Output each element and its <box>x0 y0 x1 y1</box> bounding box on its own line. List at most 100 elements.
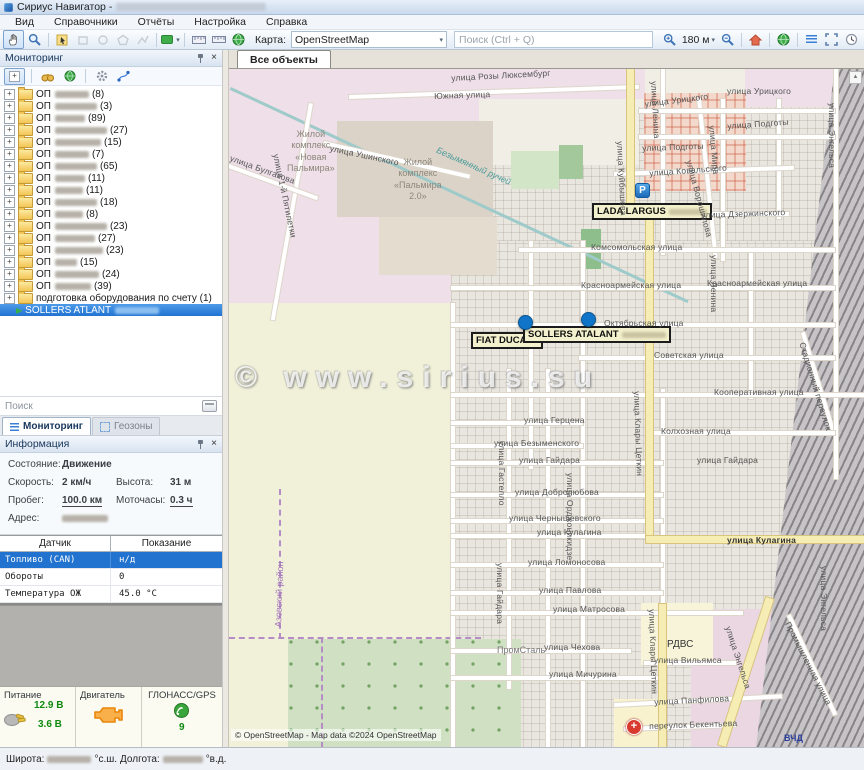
pan-tool-button[interactable] <box>3 30 24 49</box>
fit-frame-button[interactable] <box>822 31 841 48</box>
tree-selected-vehicle[interactable]: ▶ SOLLERS ATLANT <box>0 304 222 316</box>
expand-icon[interactable]: + <box>4 173 15 184</box>
tree-group-row[interactable]: + ОП (11) <box>0 184 222 196</box>
expand-icon[interactable]: + <box>4 161 15 172</box>
gps-gauge: ГЛОНАСС/GPS 9 <box>142 687 222 747</box>
tab-all-objects[interactable]: Все объекты <box>237 50 331 68</box>
pin-icon[interactable] <box>197 440 204 449</box>
select-tool-button[interactable] <box>53 31 72 48</box>
zoom-out-button[interactable] <box>718 31 737 48</box>
history-button[interactable] <box>842 31 861 48</box>
close-icon[interactable]: × <box>211 53 217 63</box>
map-marker[interactable]: + <box>626 719 642 735</box>
layers-button[interactable]: ▾ <box>161 31 180 48</box>
vehicle-map-label[interactable]: LADA LARGUS <box>592 203 712 220</box>
tree-group-row[interactable]: + ОП (15) <box>0 256 222 268</box>
expand-icon[interactable]: + <box>4 89 15 100</box>
expand-icon[interactable]: + <box>4 245 15 256</box>
expand-all-button[interactable]: + <box>4 68 25 85</box>
tree-group-row[interactable]: + ОП (11) <box>0 172 222 184</box>
globe-button[interactable] <box>229 31 248 48</box>
measure-button[interactable] <box>189 31 208 48</box>
expand-icon[interactable]: + <box>4 113 15 124</box>
chevron-down-icon: ▾ <box>440 36 444 44</box>
pin-icon[interactable] <box>197 54 204 63</box>
rect-tool-button[interactable] <box>73 31 92 48</box>
show-on-map-button[interactable] <box>60 69 79 84</box>
sensor-row[interactable]: Температура ОЖ 45.0 °C <box>0 586 222 603</box>
menu-item[interactable]: Отчёты <box>129 16 184 28</box>
expand-icon[interactable]: + <box>4 221 15 232</box>
expand-icon[interactable]: + <box>4 197 15 208</box>
satellites-count: 9 <box>179 722 185 733</box>
tree-group-row[interactable]: + ОП (18) <box>0 196 222 208</box>
expand-icon[interactable]: + <box>4 269 15 280</box>
tree-group-row[interactable]: + ОП (23) <box>0 244 222 256</box>
group-prefix: ОП <box>36 245 51 256</box>
map-scroll-up[interactable]: ▲ <box>849 71 862 84</box>
expand-icon[interactable]: + <box>4 257 15 268</box>
settings-button[interactable] <box>92 69 111 84</box>
expand-icon[interactable]: + <box>4 293 15 304</box>
home-button[interactable] <box>746 31 765 48</box>
tree-group-row[interactable]: + ОП (39) <box>0 280 222 292</box>
redacted-group-name <box>55 115 85 122</box>
menu-item[interactable]: Настройка <box>185 16 255 28</box>
hours-value[interactable]: 0.3 ч <box>170 495 193 507</box>
tab-monitoring[interactable]: Мониторинг <box>2 417 91 435</box>
street-label: улица Добролюбова <box>515 487 599 497</box>
tree-group-row[interactable]: + ОП (27) <box>0 124 222 136</box>
tree-group-row[interactable]: + ОП (8) <box>0 88 222 100</box>
keyboard-icon[interactable] <box>202 400 217 412</box>
power-plug-icon <box>3 709 27 727</box>
expand-icon[interactable]: + <box>4 149 15 160</box>
expand-icon[interactable]: + <box>4 185 15 196</box>
tree-group-row[interactable]: + ОП (89) <box>0 112 222 124</box>
tree-group-row[interactable]: + ОП (3) <box>0 100 222 112</box>
mileage-value[interactable]: 100.0 км <box>62 495 102 507</box>
measure2-button[interactable] <box>209 31 228 48</box>
close-icon[interactable]: × <box>211 439 217 449</box>
map-provider-select[interactable]: OpenStreetMap▾ <box>291 31 447 48</box>
tree-group-row[interactable]: + ОП (8) <box>0 208 222 220</box>
tree-group-row[interactable]: + ОП (27) <box>0 232 222 244</box>
map-marker[interactable] <box>518 315 533 330</box>
map-scale-select[interactable]: 180 м▾ <box>680 34 717 46</box>
expand-icon[interactable]: + <box>4 209 15 220</box>
menu-item[interactable]: Справочники <box>45 16 127 28</box>
expand-icon[interactable]: + <box>4 101 15 112</box>
tab-geozones[interactable]: Геозоны <box>92 417 161 435</box>
tree-group-row[interactable]: + ОП (23) <box>0 220 222 232</box>
monitoring-panel-header: Мониторинг × <box>0 50 222 67</box>
sensor-col-header: Датчик <box>0 536 111 551</box>
menu-item[interactable]: Справка <box>257 16 316 28</box>
lon-suffix: °в.д. <box>206 754 227 765</box>
vehicle-map-label[interactable]: SOLLERS ATALANT <box>523 326 671 343</box>
expand-icon[interactable]: + <box>4 137 15 148</box>
polygon-tool-button[interactable] <box>113 31 132 48</box>
map-canvas[interactable]: Южная улицаулица Розы Люксембургулица Ур… <box>229 69 864 747</box>
tree-group-row[interactable]: + ОП (24) <box>0 268 222 280</box>
circle-tool-button[interactable] <box>93 31 112 48</box>
expand-icon[interactable]: + <box>4 281 15 292</box>
tree-search-input[interactable]: Поиск <box>0 396 222 416</box>
track-button[interactable] <box>114 69 133 84</box>
objects-list-button[interactable] <box>802 31 821 48</box>
tree-prep-row[interactable]: + подготовка оборудования по счету (1) <box>0 292 222 304</box>
map-globe-button[interactable] <box>774 31 793 48</box>
tree-group-row[interactable]: + ОП (15) <box>0 136 222 148</box>
polyline-tool-button[interactable] <box>133 31 152 48</box>
tree-group-row[interactable]: + ОП (7) <box>0 148 222 160</box>
expand-icon[interactable]: + <box>4 233 15 244</box>
map-marker[interactable] <box>581 312 596 327</box>
find-object-button[interactable] <box>38 69 57 84</box>
zoom-in-button[interactable] <box>660 31 679 48</box>
menu-item[interactable]: Вид <box>6 16 43 28</box>
tree-group-row[interactable]: + ОП (65) <box>0 160 222 172</box>
sensor-row[interactable]: Обороты 0 <box>0 569 222 586</box>
expand-icon[interactable]: + <box>4 125 15 136</box>
sensor-row[interactable]: Топливо (CAN) н/д <box>0 552 222 569</box>
map-marker[interactable]: P <box>635 183 650 198</box>
zoom-tool-button[interactable] <box>25 31 44 48</box>
search-input[interactable]: Поиск (Ctrl + Q) <box>454 31 653 48</box>
